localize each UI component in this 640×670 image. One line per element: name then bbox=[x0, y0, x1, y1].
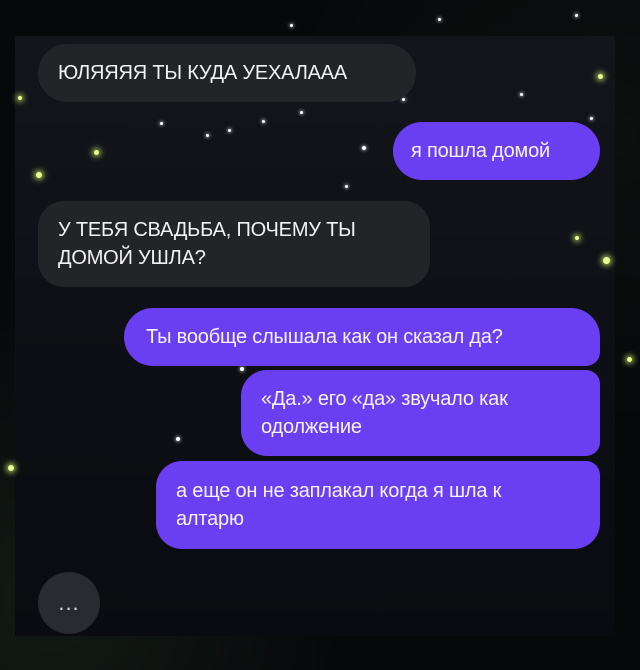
typing-indicator: ... bbox=[38, 572, 100, 634]
firefly-dot bbox=[402, 98, 405, 101]
message-text: У ТЕБЯ СВАДЬБА, ПОЧЕМУ ТЫ ДОМОЙ УШЛА? bbox=[58, 219, 356, 269]
firefly-dot bbox=[362, 146, 366, 150]
firefly-dot bbox=[438, 18, 441, 21]
firefly-dot bbox=[300, 111, 303, 114]
firefly-dot bbox=[590, 117, 593, 120]
message-bubble-outgoing[interactable]: Ты вообще слышала как он сказал да? bbox=[124, 308, 600, 366]
message-bubble-incoming[interactable]: У ТЕБЯ СВАДЬБА, ПОЧЕМУ ТЫ ДОМОЙ УШЛА? bbox=[38, 201, 430, 287]
firefly-dot bbox=[627, 357, 632, 362]
message-bubble-incoming[interactable]: ЮЛЯЯЯЯ ТЫ КУДА УЕХАЛААА bbox=[38, 44, 416, 102]
firefly-dot bbox=[160, 122, 163, 125]
message-bubble-outgoing[interactable]: я пошла домой bbox=[393, 122, 600, 180]
firefly-dot bbox=[603, 257, 610, 264]
firefly-dot bbox=[8, 465, 14, 471]
message-text: а еще он не заплакал когда я шла к алтар… bbox=[176, 480, 502, 530]
firefly-dot bbox=[598, 74, 603, 79]
firefly-dot bbox=[206, 134, 209, 137]
firefly-dot bbox=[575, 236, 579, 240]
firefly-dot bbox=[575, 14, 578, 17]
firefly-dot bbox=[18, 96, 22, 100]
message-text: ЮЛЯЯЯЯ ТЫ КУДА УЕХАЛААА bbox=[58, 62, 348, 84]
message-text: я пошла домой bbox=[411, 140, 550, 162]
firefly-dot bbox=[176, 437, 180, 441]
message-text: «Да.» его «да» звучало как одолжение bbox=[261, 388, 508, 438]
firefly-dot bbox=[94, 150, 99, 155]
firefly-dot bbox=[262, 120, 265, 123]
firefly-dot bbox=[228, 129, 231, 132]
message-bubble-outgoing[interactable]: а еще он не заплакал когда я шла к алтар… bbox=[156, 461, 600, 549]
firefly-dot bbox=[520, 93, 523, 96]
firefly-dot bbox=[290, 24, 293, 27]
message-text: Ты вообще слышала как он сказал да? bbox=[146, 326, 503, 348]
firefly-dot bbox=[345, 185, 348, 188]
firefly-dot bbox=[36, 172, 42, 178]
firefly-dot bbox=[240, 367, 244, 371]
message-bubble-outgoing[interactable]: «Да.» его «да» звучало как одолжение bbox=[241, 370, 600, 456]
